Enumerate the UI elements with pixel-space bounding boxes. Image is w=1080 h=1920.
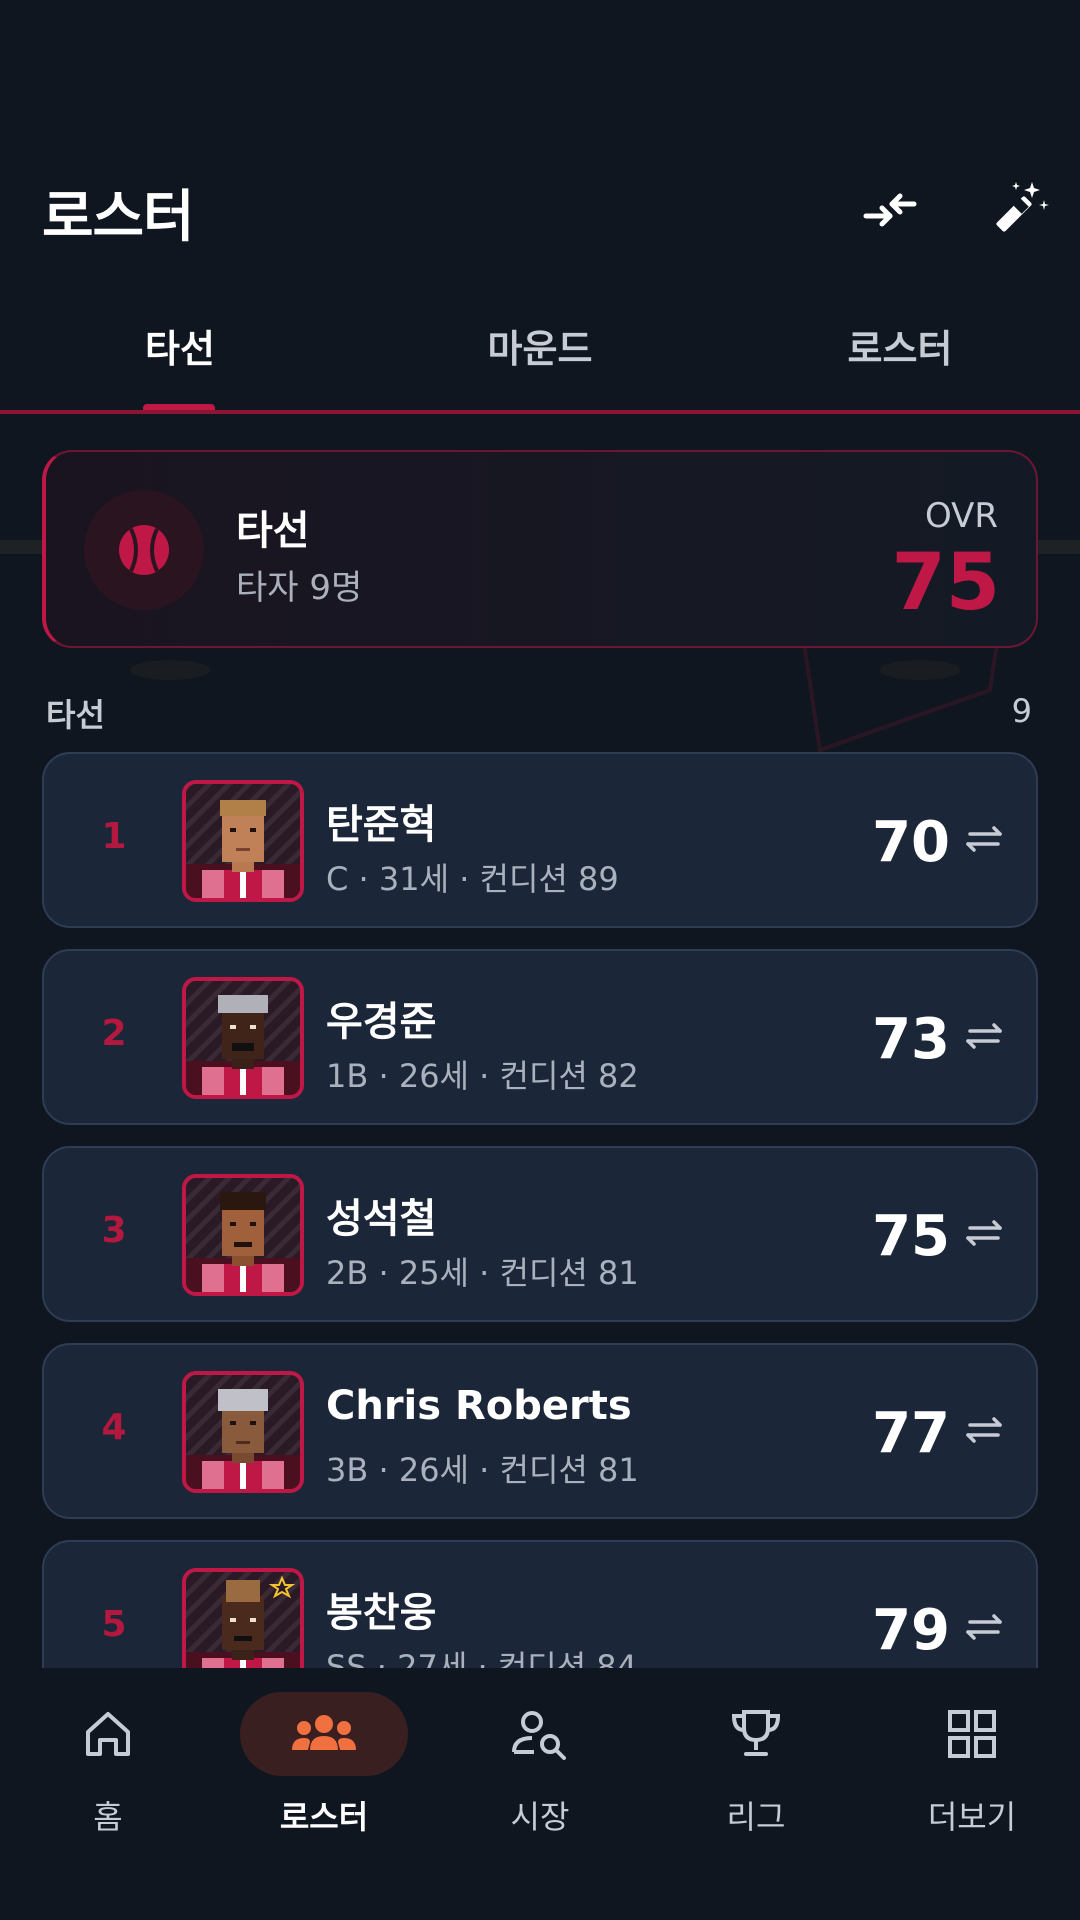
summary-title: 타선 <box>236 508 310 554</box>
player-name: 성석철 <box>326 1196 437 1242</box>
nav-market[interactable]: 시장 <box>432 1668 648 1868</box>
nav-more[interactable]: 더보기 <box>864 1668 1080 1868</box>
nav-market-label: 시장 <box>510 1798 570 1836</box>
player-ovr: 73 <box>872 1007 950 1072</box>
player-row[interactable]: 3 성석철 2B · 25세 · 컨디션 81 75 <box>42 1146 1038 1322</box>
tab-mound[interactable]: 마운드 <box>360 318 720 373</box>
app-header: 로스터 <box>0 0 1080 300</box>
baseball-icon <box>119 525 169 575</box>
baseball-icon-wrap <box>84 490 204 610</box>
player-meta: 1B · 26세 · 컨디션 82 <box>326 1057 639 1095</box>
swap-icon[interactable] <box>962 818 1006 862</box>
summary-subtitle: 타자 9명 <box>236 568 363 608</box>
player-name: 우경준 <box>326 999 437 1045</box>
tab-divider <box>0 410 1080 414</box>
player-ovr: 77 <box>872 1401 950 1466</box>
nav-league-label: 리그 <box>726 1798 786 1836</box>
player-meta: C · 31세 · 컨디션 89 <box>326 860 619 898</box>
grid-icon <box>948 1710 996 1758</box>
player-avatar <box>182 1568 304 1668</box>
player-avatar <box>182 1174 304 1296</box>
tab-bar: 타선 마운드 로스터 <box>0 300 1080 420</box>
auto-lineup-button[interactable] <box>986 178 1050 242</box>
batting-order: 4 <box>101 1407 127 1448</box>
compare-button[interactable] <box>858 178 922 242</box>
nav-roster[interactable]: 로스터 <box>216 1668 432 1868</box>
bottom-nav: 홈 로스터 시장 리그 더보기 <box>0 1668 1080 1920</box>
player-name: 탄준혁 <box>326 802 437 848</box>
person-search-icon <box>512 1711 566 1760</box>
batting-order: 2 <box>101 1013 127 1054</box>
people-icon <box>292 1715 356 1750</box>
ovr-label: OVR <box>924 496 998 536</box>
player-ovr: 70 <box>872 810 950 875</box>
tab-roster[interactable]: 로스터 <box>720 318 1080 373</box>
player-ovr: 75 <box>872 1204 950 1269</box>
player-row[interactable]: 4 Chris Roberts 3B · 26세 · 컨디션 81 77 <box>42 1343 1038 1519</box>
player-avatar <box>182 780 304 902</box>
player-name: 봉찬웅 <box>326 1590 437 1636</box>
player-row[interactable]: 5 봉찬웅 SS · 27세 · 컨디션 84 79 <box>42 1540 1038 1668</box>
swap-icon[interactable] <box>962 1409 1006 1453</box>
player-meta: 3B · 26세 · 컨디션 81 <box>326 1451 639 1489</box>
player-list[interactable]: 1 탄준혁 C · 31세 · 컨디션 89 70 2 우경준 1B · 26세… <box>0 740 1080 1668</box>
player-meta: 2B · 25세 · 컨디션 81 <box>326 1254 639 1292</box>
section-title: 타선 <box>46 696 105 734</box>
nav-home-label: 홈 <box>93 1798 123 1836</box>
nav-league[interactable]: 리그 <box>648 1668 864 1868</box>
home-icon <box>86 1712 130 1756</box>
lineup-summary-card[interactable]: 타선 타자 9명 OVR 75 <box>42 450 1038 648</box>
section-count: 9 <box>1011 692 1032 730</box>
nav-more-label: 더보기 <box>927 1798 1017 1836</box>
player-row[interactable]: 2 우경준 1B · 26세 · 컨디션 82 73 <box>42 949 1038 1125</box>
swap-arrows-icon <box>863 193 917 227</box>
player-name: Chris Roberts <box>326 1383 632 1429</box>
nav-home[interactable]: 홈 <box>0 1668 216 1868</box>
batting-order: 5 <box>101 1604 127 1645</box>
swap-icon[interactable] <box>962 1606 1006 1650</box>
swap-icon[interactable] <box>962 1212 1006 1256</box>
swap-icon[interactable] <box>962 1015 1006 1059</box>
player-avatar <box>182 977 304 1099</box>
player-meta: SS · 27세 · 컨디션 84 <box>326 1648 638 1668</box>
nav-roster-label: 로스터 <box>279 1798 369 1836</box>
page-title: 로스터 <box>42 185 195 250</box>
trophy-icon <box>731 1710 781 1756</box>
player-row[interactable]: 1 탄준혁 C · 31세 · 컨디션 89 70 <box>42 752 1038 928</box>
magic-wand-icon <box>996 182 1049 232</box>
ovr-value: 75 <box>891 538 1000 628</box>
batting-order: 1 <box>101 816 127 857</box>
player-avatar <box>182 1371 304 1493</box>
tab-lineup[interactable]: 타선 <box>0 318 360 373</box>
player-ovr: 79 <box>872 1598 950 1663</box>
batting-order: 3 <box>101 1210 127 1251</box>
